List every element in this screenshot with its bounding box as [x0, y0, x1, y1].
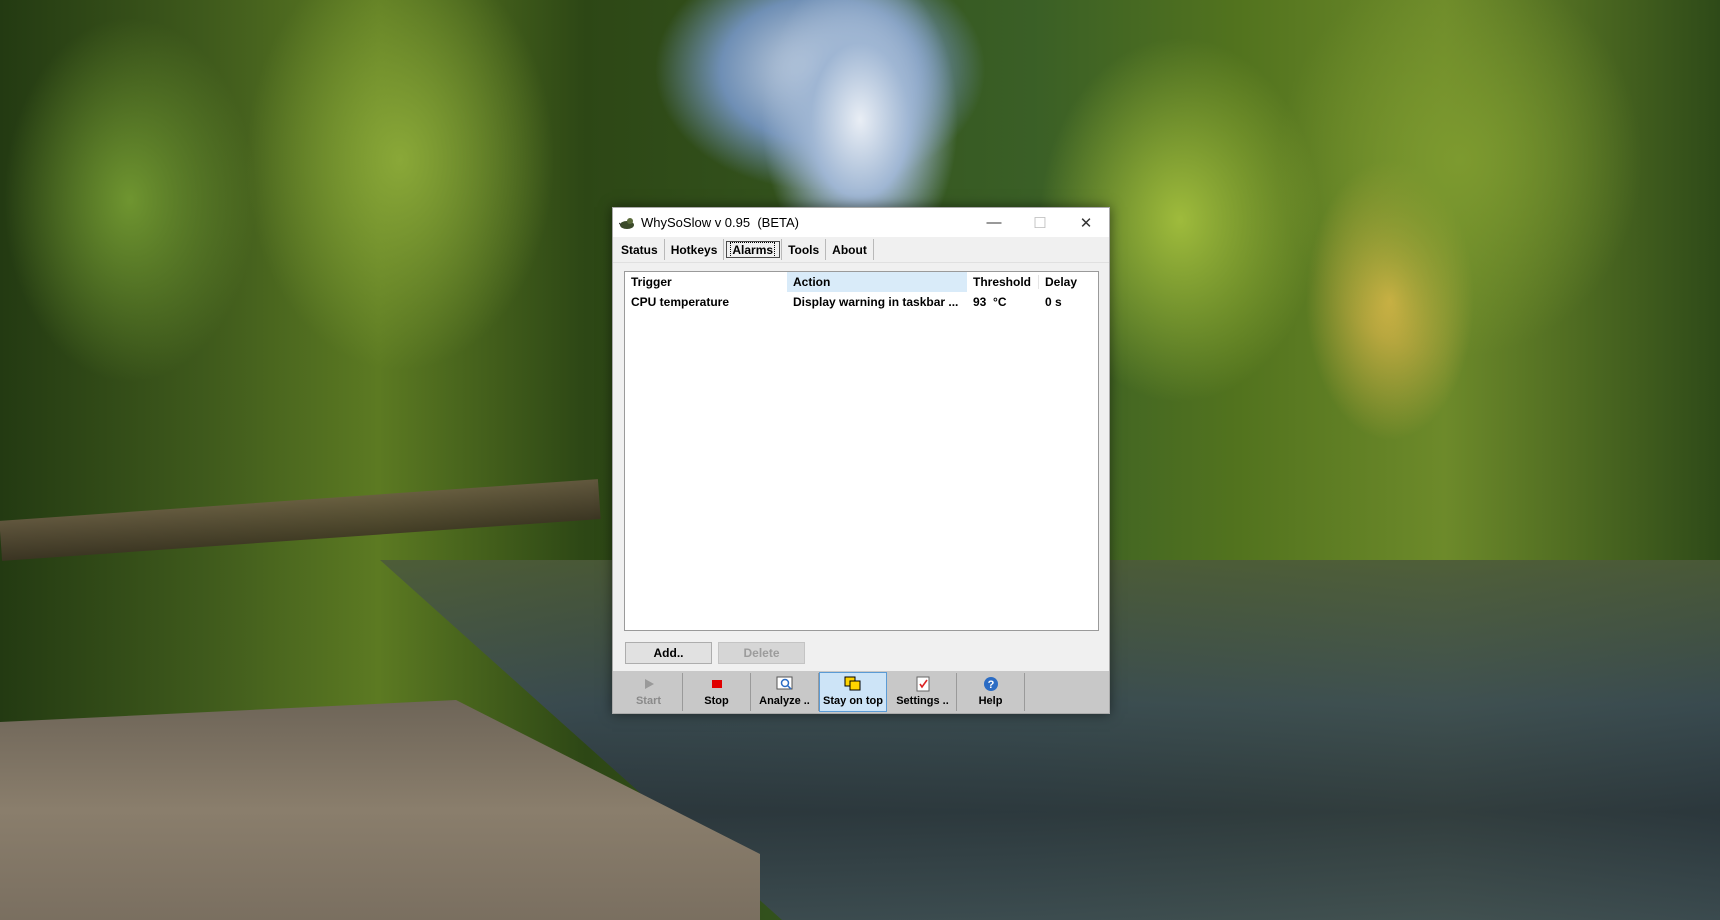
toolbar: Start Stop Analyze .. Stay on top Settin…: [613, 671, 1109, 713]
menu-about[interactable]: About: [826, 239, 874, 260]
column-header-action[interactable]: Action: [787, 272, 967, 292]
menu-tools-label: Tools: [788, 242, 820, 257]
title-bar[interactable]: WhySoSlow v 0.95 (BETA) — ☐ ✕: [613, 208, 1109, 237]
maximize-icon: ☐: [1033, 214, 1047, 232]
alarms-list-header: Trigger Action Threshold Delay: [625, 272, 1098, 292]
help-icon: ?: [982, 676, 1000, 692]
start-button[interactable]: Start: [615, 673, 683, 711]
menu-alarms-label: Alarms: [730, 241, 776, 258]
settings-icon: [914, 676, 932, 692]
alarms-list[interactable]: Trigger Action Threshold Delay CPU tempe…: [624, 271, 1099, 631]
delete-alarm-button[interactable]: Delete: [718, 642, 805, 664]
close-button[interactable]: ✕: [1063, 208, 1109, 237]
window-title: WhySoSlow v 0.95 (BETA): [641, 215, 799, 230]
stop-label: Stop: [704, 695, 729, 707]
menu-hotkeys[interactable]: Hotkeys: [665, 239, 725, 260]
table-row[interactable]: CPU temperature Display warning in taskb…: [625, 292, 1098, 312]
stay-on-top-button[interactable]: Stay on top: [819, 672, 887, 712]
analyze-icon: [776, 676, 794, 692]
menu-about-label: About: [832, 242, 867, 257]
whysoslow-window: WhySoSlow v 0.95 (BETA) — ☐ ✕ Status Hot…: [612, 207, 1110, 714]
settings-label: Settings ..: [896, 695, 949, 707]
column-header-delay[interactable]: Delay: [1039, 275, 1098, 289]
wallpaper-log: [0, 479, 601, 561]
add-alarm-button[interactable]: Add..: [625, 642, 712, 664]
column-header-trigger[interactable]: Trigger: [625, 275, 787, 289]
wallpaper-gravel: [0, 700, 760, 920]
menu-hotkeys-label: Hotkeys: [670, 242, 718, 257]
stop-icon: [708, 676, 726, 692]
app-icon: [619, 217, 634, 229]
stay-on-top-label: Stay on top: [823, 695, 883, 707]
menu-status-label: Status: [621, 242, 658, 257]
menu-alarms[interactable]: Alarms: [724, 239, 783, 260]
stop-button[interactable]: Stop: [683, 673, 751, 711]
analyze-button[interactable]: Analyze ..: [751, 673, 819, 711]
close-icon: ✕: [1079, 214, 1093, 232]
minimize-button[interactable]: —: [971, 208, 1017, 237]
help-label: Help: [978, 695, 1003, 707]
menu-tools[interactable]: Tools: [782, 239, 827, 260]
help-button[interactable]: ? Help: [957, 673, 1025, 711]
cell-delay: 0 s: [1045, 295, 1062, 309]
svg-text:?: ?: [987, 679, 994, 691]
cell-threshold: 93 °C: [973, 295, 1007, 309]
menu-bar: Status Hotkeys Alarms Tools About: [613, 237, 1109, 263]
stay-on-top-icon: [844, 676, 862, 692]
analyze-label: Analyze ..: [759, 695, 810, 707]
cell-action: Display warning in taskbar ...: [793, 295, 959, 309]
start-label: Start: [635, 695, 662, 707]
maximize-button[interactable]: ☐: [1017, 208, 1063, 237]
minimize-icon: —: [986, 214, 1002, 231]
column-header-threshold[interactable]: Threshold: [967, 275, 1039, 289]
settings-button[interactable]: Settings ..: [889, 673, 957, 711]
menu-status[interactable]: Status: [615, 239, 665, 260]
cell-trigger: CPU temperature: [631, 295, 730, 309]
play-icon: [640, 676, 658, 692]
